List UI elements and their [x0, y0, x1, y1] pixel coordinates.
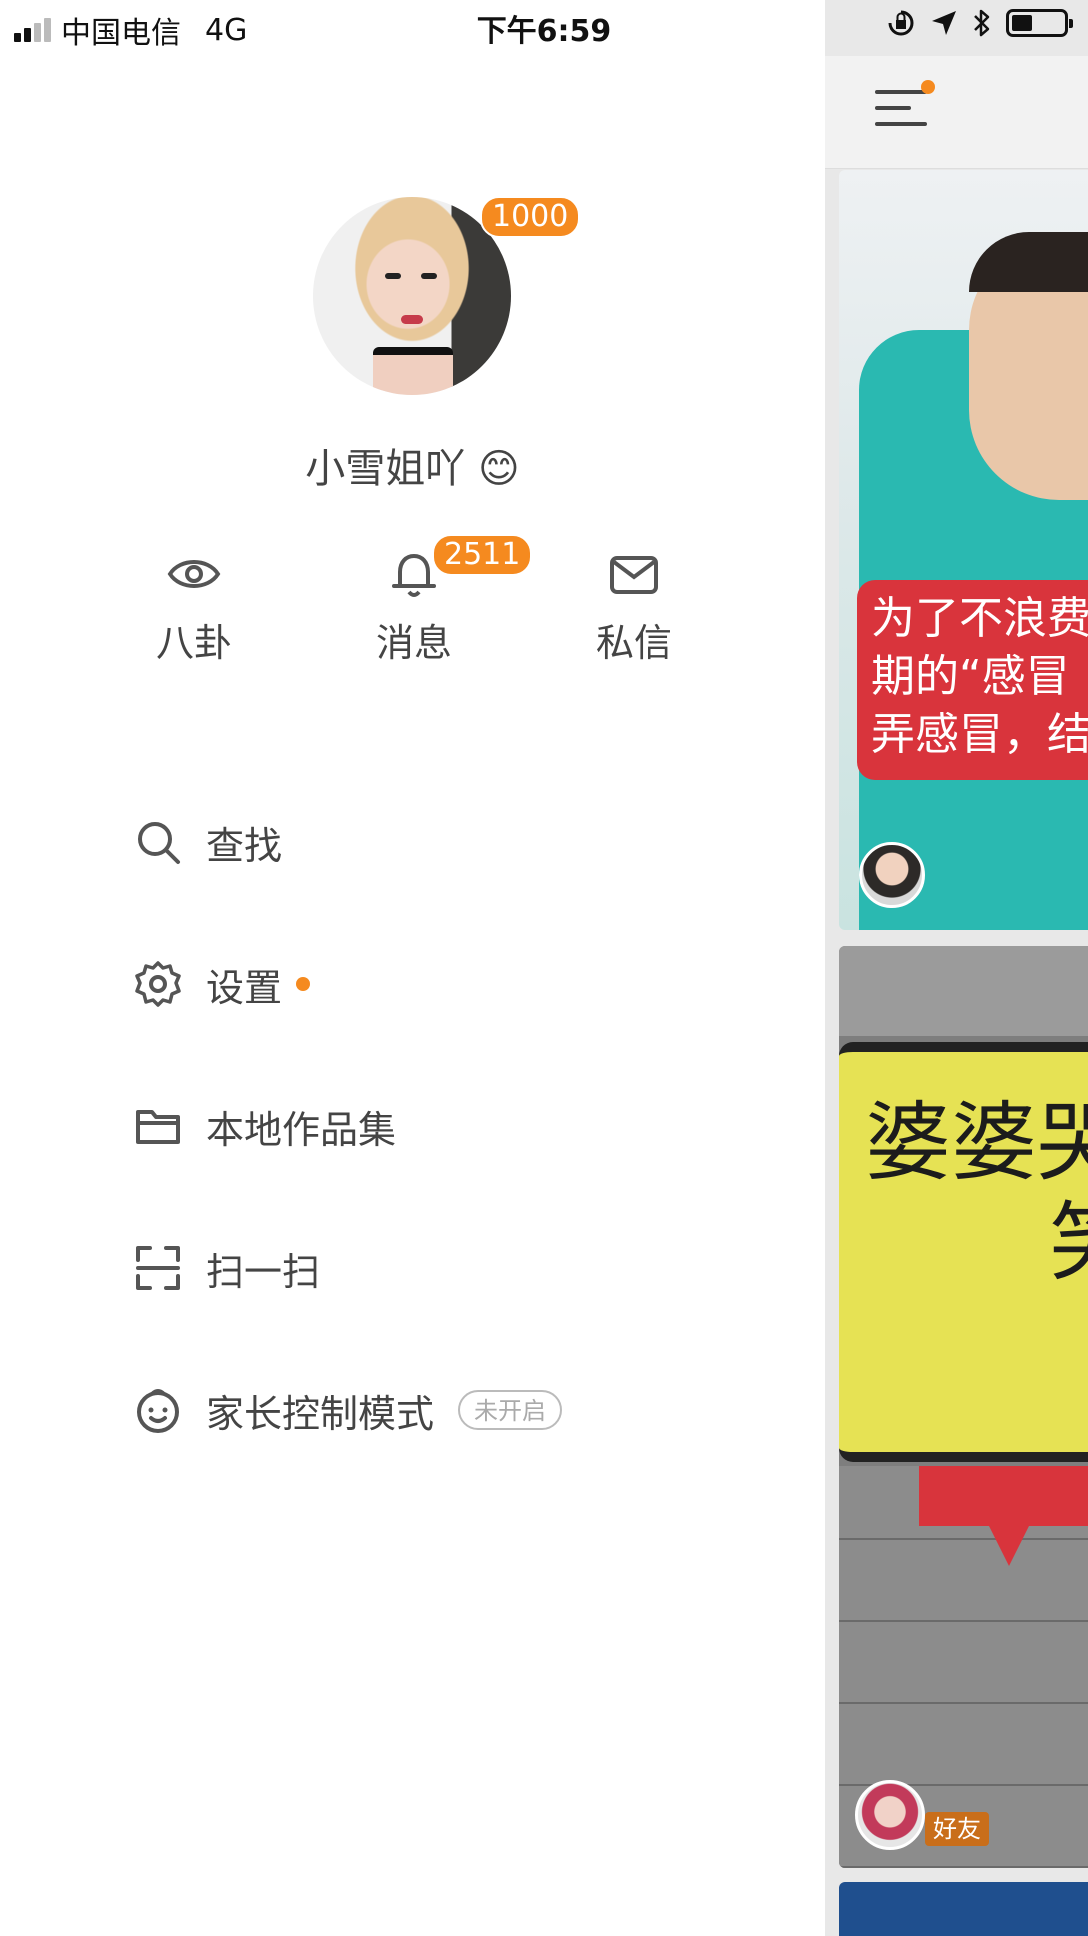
friend-tag: 好友 — [925, 1812, 989, 1846]
battery-icon — [1006, 9, 1073, 37]
rotation-lock-icon — [886, 8, 916, 38]
quick-action-private-message[interactable]: 私信 — [534, 546, 734, 667]
status-badge: 未开启 — [458, 1390, 563, 1430]
bluetooth-icon — [972, 8, 992, 38]
notification-dot — [921, 80, 935, 94]
messages-badge: 2511 — [432, 534, 533, 576]
feed-panel: 为了不浪费 期的“感冒 弄感冒，结 婆婆哭 笑 好友 — [825, 0, 1088, 1936]
feed-card[interactable] — [839, 1882, 1088, 1936]
search-icon — [134, 818, 182, 866]
folder-icon — [134, 1102, 182, 1150]
mail-icon — [606, 546, 662, 602]
menu-item-scan[interactable]: 扫一扫 — [134, 1238, 320, 1298]
card-title-line: 笑 — [1049, 1172, 1088, 1297]
settings-new-dot — [296, 977, 311, 991]
smile-emoji-icon: 😊 — [478, 446, 520, 492]
feed-card[interactable]: 婆婆哭 笑 好友 — [839, 946, 1088, 1868]
quick-action-gossip[interactable]: 八卦 — [94, 546, 294, 667]
menu-item-local-works[interactable]: 本地作品集 — [134, 1096, 396, 1156]
avatar-badge: 1000 — [480, 196, 581, 238]
feed-card[interactable]: 为了不浪费 期的“感冒 弄感冒，结 — [839, 170, 1088, 930]
child-face-icon — [134, 1386, 182, 1434]
menu-icon[interactable] — [875, 90, 927, 134]
gear-icon — [134, 960, 182, 1008]
eye-icon — [166, 546, 222, 602]
user-name[interactable]: 小雪姐吖 😊 — [0, 436, 825, 494]
menu-item-settings[interactable]: 设置 — [134, 954, 311, 1014]
menu-item-parental-control[interactable]: 家长控制模式 未开启 — [134, 1380, 563, 1440]
side-drawer: 1000 小雪姐吖 😊 八卦 消息 2511 私信 查找 设置 本地作品集 扫一… — [0, 0, 825, 1936]
scan-icon — [134, 1244, 182, 1292]
menu-item-search[interactable]: 查找 — [134, 812, 282, 872]
location-arrow-icon — [930, 9, 958, 37]
status-bar: 中国电信 4G 下午6:59 — [0, 0, 1088, 56]
author-avatar[interactable] — [855, 1780, 925, 1850]
feed-header — [825, 56, 1088, 169]
card-caption: 为了不浪费 期的“感冒 弄感冒，结 — [857, 580, 1088, 780]
author-avatar[interactable] — [859, 842, 925, 908]
